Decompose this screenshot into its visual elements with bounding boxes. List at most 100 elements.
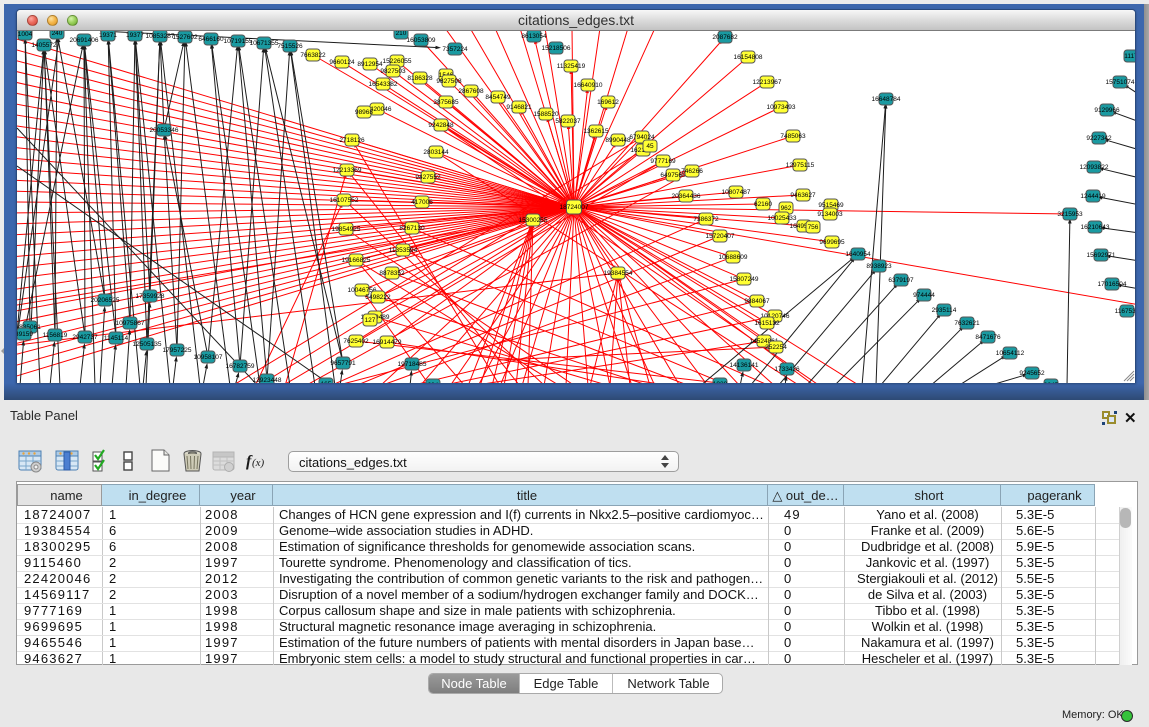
svg-text:20206525: 20206525 [91,297,120,304]
svg-text:16648784: 16648784 [872,96,901,103]
svg-text:8878352: 8878352 [379,270,405,277]
svg-text:7515526: 7515526 [277,43,303,50]
svg-text:962: 962 [781,205,792,212]
svg-text:8471676: 8471676 [975,334,1001,341]
svg-text:16053809: 16053809 [407,37,436,44]
svg-text:10688609: 10688609 [719,254,748,261]
svg-text:9242848: 9242848 [428,122,454,129]
svg-text:20053346: 20053346 [150,127,179,134]
svg-text:2935114: 2935114 [932,307,957,314]
svg-text:1004: 1004 [18,31,33,38]
svg-text:1117: 1117 [1124,53,1135,60]
svg-text:16210643: 16210643 [1081,224,1110,231]
svg-text:19166825: 19166825 [342,257,371,264]
svg-text:3215953: 3215953 [1057,211,1083,218]
svg-text:9657791: 9657791 [330,360,356,367]
svg-text:9884067: 9884067 [744,298,770,305]
svg-text:9146821: 9146821 [506,104,532,111]
svg-text:11353594: 11353594 [389,247,418,254]
svg-text:(x): (x) [252,457,265,469]
svg-text:98968: 98968 [355,109,373,116]
svg-text:10654112: 10654112 [996,350,1025,357]
svg-text:17359928: 17359928 [136,293,165,300]
svg-text:12975115: 12975115 [786,162,815,169]
svg-text:7386372: 7386372 [693,216,719,223]
svg-text:18724007: 18724007 [560,204,589,211]
svg-text:19718485: 19718485 [398,361,427,368]
svg-text:6379197: 6379197 [888,277,914,284]
svg-text:62160: 62160 [754,201,772,208]
svg-text:10807487: 10807487 [722,189,751,196]
svg-text:1156819: 1156819 [43,332,68,339]
svg-text:252254: 252254 [765,344,787,351]
svg-text:2803144: 2803144 [423,149,449,156]
svg-text:19377: 19377 [126,32,144,39]
svg-text:12213967: 12213967 [753,79,782,86]
svg-text:12213369: 12213369 [333,167,362,174]
svg-text:15218506: 15218506 [542,45,571,52]
svg-text:417006: 417006 [411,199,433,206]
svg-text:6466160: 6466160 [198,36,224,43]
svg-text:756: 756 [808,224,819,231]
svg-text:9827508: 9827508 [436,78,462,85]
svg-text:1405572: 1405572 [31,42,57,49]
svg-text:15692971: 15692971 [1087,252,1116,259]
svg-text:15300255: 15300255 [519,217,548,224]
svg-text:1938: 1938 [713,381,728,383]
svg-text:2087682: 2087682 [712,34,738,41]
svg-text:1145114: 1145114 [104,335,129,342]
svg-text:45: 45 [646,143,654,150]
svg-text:2942737: 2942737 [72,334,98,341]
svg-text:3875685: 3875685 [433,99,459,106]
svg-text:240: 240 [52,31,63,37]
svg-text:15807249: 15807249 [730,276,759,283]
svg-text:1362615: 1362615 [583,128,609,135]
svg-text:16782759: 16782759 [226,363,255,370]
svg-text:7632621: 7632621 [954,320,980,327]
svg-text:8990448: 8990448 [605,137,631,144]
svg-text:39159: 39159 [17,331,33,338]
svg-text:9129966: 9129966 [1094,107,1120,114]
svg-text:16543382: 16543382 [369,81,398,88]
svg-text:15751074: 15751074 [1106,79,1135,86]
svg-text:12093822: 12093822 [1080,164,1109,171]
svg-text:10973493: 10973493 [767,104,796,111]
svg-text:127: 127 [365,317,376,324]
svg-text:9227342: 9227342 [1086,135,1112,142]
svg-text:17957225: 17957225 [163,347,192,354]
svg-text:974444: 974444 [913,292,935,299]
svg-text:1244419: 1244419 [1080,193,1106,200]
svg-text:14136141: 14136141 [730,362,759,369]
svg-text:2867608: 2867608 [458,88,484,95]
svg-text:5822037: 5822037 [555,118,581,125]
svg-text:10958107: 10958107 [194,354,223,361]
svg-text:169612: 169612 [597,99,619,106]
svg-text:10719155: 10719155 [224,38,253,45]
svg-text:7357224: 7357224 [442,46,468,53]
svg-text:10025433: 10025433 [768,215,797,222]
svg-text:210: 210 [396,31,407,37]
svg-text:1527602: 1527602 [172,34,198,41]
svg-text:9660124: 9660124 [329,59,355,66]
svg-text:10853287: 10853287 [146,33,175,40]
svg-text:2718126: 2718126 [339,137,365,144]
svg-text:15720407: 15720407 [706,233,735,240]
svg-text:16640910: 16640910 [574,82,603,89]
svg-text:1588520: 1588520 [533,111,559,118]
svg-text:8912954: 8912954 [357,61,383,68]
svg-text:8613054: 8613054 [521,33,547,40]
svg-text:9463627: 9463627 [790,192,816,199]
svg-text:16154808: 16154808 [734,54,763,61]
svg-text:204: 204 [428,382,439,383]
svg-text:9134003: 9134003 [817,211,843,218]
svg-text:5498222: 5498222 [365,294,391,301]
svg-text:1640954: 1640954 [845,251,871,258]
svg-text:7663822: 7663822 [300,52,326,59]
svg-text:12923448: 12923448 [253,377,282,383]
svg-text:9245: 9245 [1044,382,1059,383]
svg-text:16107552: 16107552 [330,197,359,204]
svg-text:8938923: 8938923 [866,263,892,270]
svg-text:10671355: 10671355 [250,40,279,47]
svg-text:16914479: 16914479 [373,339,402,346]
svg-text:10975867: 10975867 [116,320,145,327]
